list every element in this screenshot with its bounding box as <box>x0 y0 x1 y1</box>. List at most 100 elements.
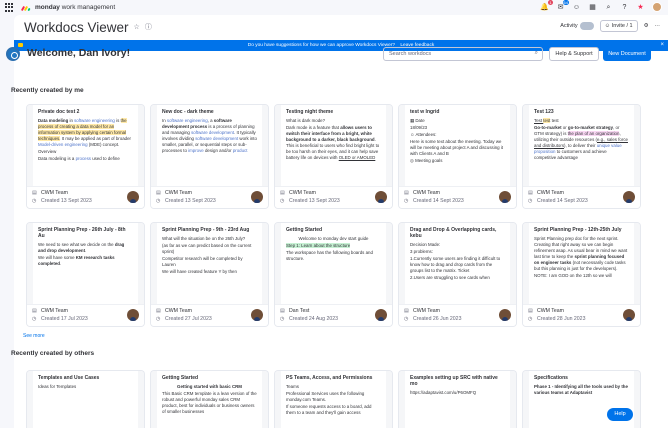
workdocs-logo-icon <box>6 47 20 61</box>
author-avatar <box>623 191 635 203</box>
search-icon[interactable]: ⌕ <box>604 3 613 12</box>
doc-card[interactable]: Test 123 Test test test Go-to-market or … <box>522 104 641 209</box>
star-icon[interactable]: ☆ <box>134 23 140 31</box>
doc-card[interactable]: Sprint Planning Prep - 9th - 23rd Aug Wh… <box>150 222 269 327</box>
invite-button[interactable]: ☺ Invite / 1 <box>599 20 638 32</box>
card-footer: ▤ CWM Team ◷ Created 13 Sept 2023 <box>151 186 268 208</box>
board-title[interactable]: Workdocs Viewer <box>24 20 129 35</box>
new-document-button[interactable]: New Document <box>603 47 651 61</box>
card-footer: ▤ CWM Team ◷ Created 13 Sept 2023 <box>275 186 392 208</box>
clock-icon: ◷ <box>156 316 161 322</box>
card-title: Specifications <box>534 375 568 381</box>
card-footer: ▤ CWM Team ◷ Created 27 Jul 2023 <box>151 304 268 326</box>
invite-members-icon[interactable]: ☺ <box>572 3 581 12</box>
workspace-icon: ▤ <box>280 308 285 314</box>
clock-icon: ◷ <box>404 316 409 322</box>
card-created: Created 26 Jun 2023 <box>413 316 462 322</box>
card-created: Created 13 Sept 2023 <box>289 198 340 204</box>
doc-card[interactable]: Getting Started Welcome to monday dev st… <box>274 222 393 327</box>
info-icon[interactable]: ⓘ <box>145 22 152 32</box>
card-footer: ▤ CWM Team ◷ Created 14 Sept 2023 <box>399 186 516 208</box>
card-created: Created 13 Sept 2023 <box>41 198 92 204</box>
card-created: Created 14 Sept 2023 <box>413 198 464 204</box>
workspace-icon: ▤ <box>280 190 285 196</box>
card-title: Private doc test 2 <box>38 109 80 115</box>
card-created: Created 27 Jul 2023 <box>165 316 212 322</box>
doc-card[interactable]: PS Teams, Access, and Permissions Teams … <box>274 370 393 428</box>
card-title: Examples setting up SRC with native mo <box>410 375 498 387</box>
activity-label: Activity <box>560 23 578 29</box>
card-title: Sprint Planning Prep - 12th-25th July <box>534 227 622 233</box>
card-footer: ▤ CWM Team ◷ Created 28 Jun 2023 <box>523 304 640 326</box>
link-icon[interactable]: ⚙ <box>644 23 649 29</box>
clock-icon: ◷ <box>528 316 533 322</box>
card-title: Testing night theme <box>286 109 334 115</box>
welcome-title: Welcome, Dan Ivory! <box>27 47 131 59</box>
inbox-badge: 64 <box>562 0 569 5</box>
card-title: PS Teams, Access, and Permissions <box>286 375 373 381</box>
card-title: Getting Started <box>162 375 199 381</box>
board-header: Workdocs Viewer ☆ ⓘ Activity ☺ Invite / … <box>14 15 668 39</box>
card-footer: ▤ Dan Test ◷ Created 24 Aug 2023 <box>275 304 392 326</box>
card-workspace: CWM Team <box>41 308 68 314</box>
author-avatar <box>499 191 511 203</box>
author-avatar <box>127 309 139 321</box>
card-created: Created 24 Aug 2023 <box>289 316 339 322</box>
doc-card[interactable]: New doc - dark theme In software enginee… <box>150 104 269 209</box>
author-avatar <box>499 309 511 321</box>
workspace-icon: ▤ <box>156 308 161 314</box>
workspace-icon: ▤ <box>32 308 37 314</box>
doc-card[interactable]: Getting Started Getting started with bas… <box>150 370 269 428</box>
card-footer: ▤ CWM Team ◷ Created 14 Sept 2023 <box>523 186 640 208</box>
workspace-icon: ▤ <box>528 308 533 314</box>
card-workspace: CWM Team <box>41 190 68 196</box>
card-workspace: Dan Test <box>289 308 310 314</box>
invite-label: Invite / 1 <box>611 23 633 29</box>
doc-card[interactable]: Testing night theme What is dark mode? D… <box>274 104 393 209</box>
card-created: Created 17 Jul 2023 <box>41 316 88 322</box>
help-support-button[interactable]: Help & Support <box>549 47 599 61</box>
section-title-mine: Recently created by me <box>11 87 84 94</box>
card-footer: ▤ CWM Team ◷ Created 26 Jun 2023 <box>399 304 516 326</box>
user-avatar[interactable] <box>652 2 662 12</box>
my-work-icon[interactable]: ★ <box>636 3 645 12</box>
help-floating-button[interactable]: Help <box>607 408 633 421</box>
search-input[interactable]: Search workdocs ⌕ <box>383 47 543 61</box>
monday-logo-icon <box>20 4 31 12</box>
bell-icon[interactable]: 🔔 1 <box>540 0 553 12</box>
close-icon[interactable]: × <box>660 40 664 51</box>
author-avatar <box>623 309 635 321</box>
card-workspace: CWM Team <box>165 308 192 314</box>
clock-icon: ◷ <box>32 198 37 204</box>
doc-card[interactable]: Private doc test 2 Data modeling in soft… <box>26 104 145 209</box>
search-placeholder: Search workdocs <box>389 51 432 57</box>
author-avatar <box>375 191 387 203</box>
doc-card[interactable]: Sprint Planning Prep - 26th July - 8th A… <box>26 222 145 327</box>
card-created: Created 13 Sept 2023 <box>165 198 216 204</box>
card-workspace: CWM Team <box>537 190 564 196</box>
card-footer: ▤ CWM Team ◷ Created 13 Sept 2023 <box>27 186 144 208</box>
doc-card[interactable]: Sprint Planning Prep - 12th-25th July Sp… <box>522 222 641 327</box>
activity-avatars <box>579 22 594 30</box>
more-options-icon[interactable]: ⋯ <box>655 23 661 29</box>
card-title: New doc - dark theme <box>162 109 214 115</box>
card-title: Templates and Use Cases <box>38 375 100 381</box>
inbox-icon[interactable]: ✉ 64 <box>556 0 569 12</box>
doc-card[interactable]: Examples setting up SRC with native mo h… <box>398 370 517 428</box>
apps-grid-icon[interactable] <box>5 3 14 12</box>
clock-icon: ◷ <box>528 198 533 204</box>
help-icon[interactable]: ? <box>620 3 629 12</box>
card-title: Sprint Planning Prep - 26th July - 8th A… <box>38 227 126 239</box>
author-avatar <box>127 191 139 203</box>
doc-card[interactable]: Templates and Use Cases Ideas for Templa… <box>26 370 145 428</box>
apps-icon[interactable]: ▦ <box>588 3 597 12</box>
search-icon: ⌕ <box>534 50 538 56</box>
doc-card[interactable]: test w Ingrid ▦ Date 18/09/23 ☺ Attendee… <box>398 104 517 209</box>
see-more-link[interactable]: See more <box>23 333 45 339</box>
card-workspace: CWM Team <box>413 308 440 314</box>
doc-card[interactable]: Drag and Drop & Overlapping cards, kebu … <box>398 222 517 327</box>
clock-icon: ◷ <box>280 316 285 322</box>
activity-button[interactable]: Activity <box>560 22 594 30</box>
card-title: Sprint Planning Prep - 9th - 23rd Aug <box>162 227 250 233</box>
product-name[interactable]: monday work management <box>35 4 115 11</box>
